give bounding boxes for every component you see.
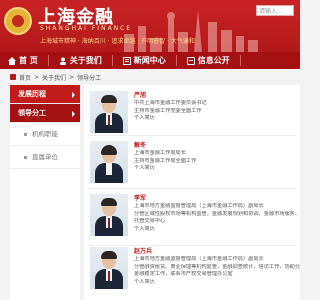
- person-info: 赵万兵 上海市地方金融监督管理局（上海市金融工作局）副局长 分管融资租赁、商业保…: [134, 247, 300, 286]
- resume-link[interactable]: 个人简历: [134, 279, 300, 287]
- breadcrumb-current: 领导分工: [77, 74, 102, 82]
- portrait-photo: [90, 141, 128, 183]
- divider: [88, 135, 296, 136]
- sidebar-item-label: 领导分工: [18, 109, 46, 117]
- nav-item-label: 关于我们: [69, 56, 102, 65]
- resume-link[interactable]: 个人简历: [134, 115, 300, 123]
- site-subtitle: SHANGHAI FINANCE: [40, 25, 133, 32]
- portrait-photo: [90, 91, 128, 133]
- nav-divider: [47, 55, 49, 66]
- person-title: 上海市金融工作局局长: [134, 150, 186, 156]
- person-name: 赵万兵: [134, 248, 153, 255]
- person-duties: 金融稳定工作，联系市产权交易管理办公室: [134, 271, 233, 277]
- portrait-photo: [90, 247, 128, 289]
- breadcrumb-about-link[interactable]: 关于我们: [42, 73, 66, 82]
- sidebar-subitem-units[interactable]: 直属单位: [10, 146, 80, 169]
- nav-item-home[interactable]: 首 页: [8, 52, 38, 69]
- sidebar: 发展历程 领导分工 机构职能 直属单位: [10, 85, 80, 300]
- person-info: 严旭 中共上海市金融工作委员会书记 主持市金融工作党委全面工作 个人简历: [134, 91, 300, 123]
- arrow-right-icon: [72, 111, 75, 117]
- resume-link[interactable]: 个人简历: [134, 226, 300, 234]
- home-icon: [10, 74, 16, 80]
- person-duties: 分管融资租赁、商业保理等机构监管，金融调查统计、信访工作，协助分管: [134, 263, 300, 270]
- nav-item-about[interactable]: 关于我们: [59, 52, 102, 69]
- arrow-right-icon: [72, 92, 75, 98]
- search-input[interactable]: 请输入…: [256, 5, 294, 16]
- breadcrumb: 首页 > 关于我们 > 领导分工: [10, 70, 300, 84]
- person-info: 解冬 上海市金融工作局局长 主持市金融工作局全面工作 个人简历: [134, 141, 300, 173]
- breadcrumb-separator: >: [69, 73, 75, 81]
- person-title: 中共上海市金融工作委员会书记: [134, 100, 207, 106]
- person-name: 李军: [134, 195, 147, 202]
- portrait-photo: [90, 194, 128, 236]
- nav-item-label: 新闻中心: [133, 56, 166, 65]
- site-slogan: 上海城市精神 · 海纳百川 · 追求卓越 · 开明睿智 · 大气谦和: [40, 38, 195, 45]
- site-header: 上海金融 SHANGHAI FINANCE 上海城市精神 · 海纳百川 · 追求…: [0, 0, 300, 52]
- nav-item-label: 首 页: [19, 56, 38, 65]
- nav-item-info[interactable]: 信息公开: [186, 52, 230, 69]
- person-info: 李军 上海市地方金融监督管理局（上海市金融工作局）副局长 分管区域性股权市场等机…: [134, 194, 300, 233]
- home-icon: [8, 56, 16, 65]
- nav-item-news[interactable]: 新闻中心: [122, 52, 166, 69]
- sidebar-item-label: 发展历程: [18, 90, 46, 98]
- nav-divider: [239, 55, 241, 66]
- person-duties: 主持市金融工作局全面工作: [134, 157, 197, 164]
- sidebar-item-history[interactable]: 发展历程: [10, 85, 80, 104]
- nav-item-label: 信息公开: [197, 56, 230, 65]
- site-logo[interactable]: [4, 7, 32, 35]
- person-duties: 托管交易中心: [134, 218, 166, 224]
- person-name: 严旭: [134, 92, 147, 99]
- sidebar-subitem-functions[interactable]: 机构职能: [10, 123, 80, 146]
- person-duties: 分管区域性股权市场等机构监管，金融发展规划和协调、金融市场服务、: [134, 210, 300, 217]
- news-icon: [122, 56, 131, 65]
- sidebar-item-leadership[interactable]: 领导分工: [10, 104, 80, 123]
- person-title: 上海市地方金融监督管理局（上海市金融工作局）副局长: [134, 203, 264, 209]
- breadcrumb-home-link[interactable]: 首页: [19, 73, 31, 82]
- breadcrumb-separator: >: [34, 73, 40, 81]
- leadership-list: 严旭 中共上海市金融工作委员会书记 主持市金融工作党委全面工作 个人简历 解冬 …: [84, 85, 300, 300]
- resume-link[interactable]: 个人简历: [134, 165, 300, 173]
- divider: [88, 245, 296, 246]
- main-nav: 首 页 关于我们 新闻中心 信息公开: [0, 52, 300, 69]
- nav-divider: [111, 55, 113, 66]
- info-icon: [186, 56, 195, 65]
- person-title: 上海市地方金融监督管理局（上海市金融工作局）副局长: [134, 256, 264, 262]
- divider: [88, 188, 296, 189]
- person-name: 解冬: [134, 142, 147, 149]
- people-icon: [59, 57, 66, 65]
- person-duties: 主持市金融工作党委全面工作: [134, 107, 202, 114]
- nav-divider: [175, 55, 177, 66]
